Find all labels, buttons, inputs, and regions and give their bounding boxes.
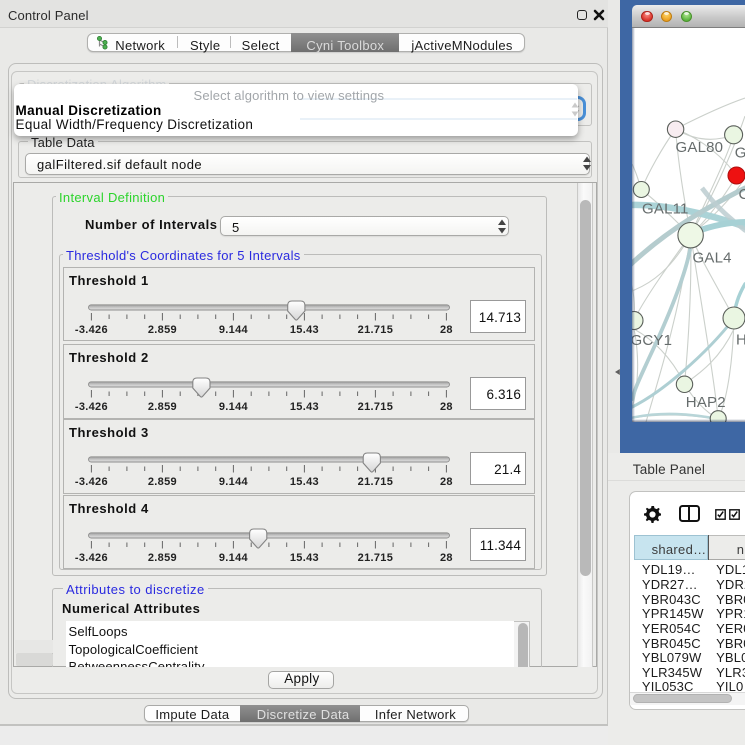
svg-text:-3.426: -3.426 xyxy=(74,324,107,336)
svg-text:28: 28 xyxy=(439,324,452,336)
svg-text:28: 28 xyxy=(439,552,452,564)
svg-text:15.43: 15.43 xyxy=(289,324,318,336)
svg-text:9.144: 9.144 xyxy=(218,324,248,336)
svg-text:-3.426: -3.426 xyxy=(74,476,107,488)
svg-text:21.715: 21.715 xyxy=(357,476,392,488)
svg-text:H: H xyxy=(736,332,745,349)
svg-text:2.859: 2.859 xyxy=(147,401,176,413)
svg-text:21.715: 21.715 xyxy=(357,401,392,413)
svg-text:2.859: 2.859 xyxy=(147,552,176,564)
svg-text:28: 28 xyxy=(439,476,452,488)
svg-text:15.43: 15.43 xyxy=(289,476,318,488)
svg-text:C: C xyxy=(739,186,745,203)
svg-text:GAL4: GAL4 xyxy=(693,250,732,267)
svg-text:9.144: 9.144 xyxy=(218,476,248,488)
svg-text:2.859: 2.859 xyxy=(147,476,176,488)
svg-text:GCY1: GCY1 xyxy=(632,332,672,349)
svg-text:GAL11: GAL11 xyxy=(642,201,689,218)
svg-text:GAL80: GAL80 xyxy=(676,139,724,156)
svg-text:2.859: 2.859 xyxy=(147,324,176,336)
svg-text:-3.426: -3.426 xyxy=(74,552,107,564)
svg-text:9.144: 9.144 xyxy=(218,401,248,413)
svg-text:28: 28 xyxy=(439,401,452,413)
svg-text:9.144: 9.144 xyxy=(218,552,248,564)
svg-text:-3.426: -3.426 xyxy=(74,401,107,413)
svg-text:15.43: 15.43 xyxy=(289,401,318,413)
svg-text:21.715: 21.715 xyxy=(357,324,392,336)
svg-text:HAP2: HAP2 xyxy=(686,394,726,411)
svg-text:15.43: 15.43 xyxy=(289,552,318,564)
svg-text:GA: GA xyxy=(735,145,745,162)
svg-text:21.715: 21.715 xyxy=(357,552,392,564)
